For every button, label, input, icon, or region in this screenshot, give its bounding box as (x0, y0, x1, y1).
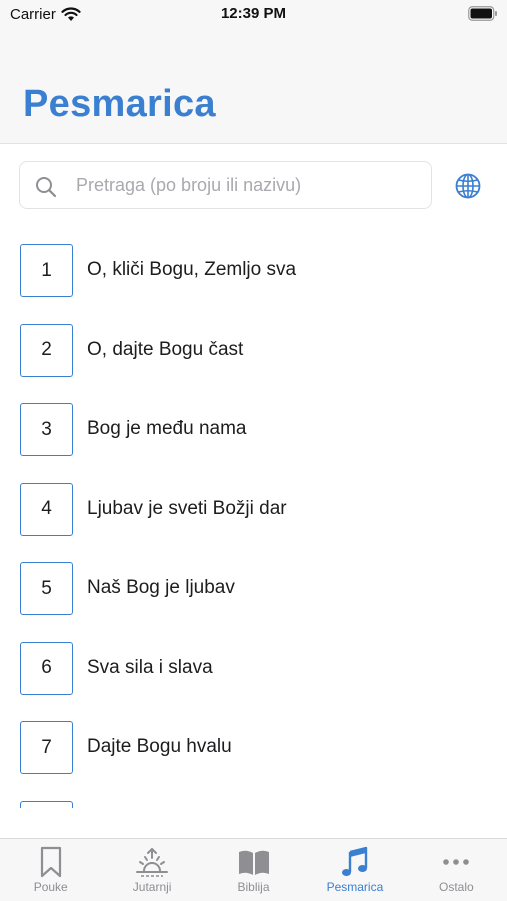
music-note-icon (341, 846, 368, 876)
song-row[interactable]: 2 O, dajte Bogu čast (0, 308, 507, 388)
song-row[interactable]: 3 Bog je među nama (0, 387, 507, 467)
tab-ostalo[interactable]: Ostalo (406, 839, 507, 901)
song-number-badge: 2 (20, 323, 73, 377)
tab-label: Pesmarica (326, 880, 384, 894)
search-icon (36, 177, 57, 198)
song-title: Dajte Bogu hvalu (87, 736, 232, 757)
song-title: Ljubav je sveti Božji dar (87, 497, 287, 519)
tab-label: Pouke (33, 880, 68, 894)
song-title: O, dajte Bogu čast (87, 338, 244, 360)
bookmark-icon (40, 846, 61, 878)
song-number-badge: 3 (20, 403, 73, 456)
song-row[interactable]: 7 Dajte Bogu hvalu (0, 705, 507, 785)
song-number-badge: 7 (20, 721, 73, 774)
battery-icon (468, 6, 497, 21)
song-row[interactable]: 4 Ljubav je sveti Božji dar (0, 467, 507, 547)
tab-pesmarica[interactable]: Pesmarica (304, 839, 405, 901)
sunrise-icon (136, 848, 169, 877)
song-number-badge: 1 (20, 244, 73, 297)
song-number-badge: 6 (20, 641, 73, 695)
song-row[interactable]: 1 O, kliči Bogu, Zemljo sva (0, 228, 507, 308)
song-title: Sva sila i slava (87, 656, 213, 678)
tab-label: Ostalo (438, 880, 474, 894)
status-bar: Carrier 12:39 PM (0, 0, 507, 30)
navigation-header: Pesmarica (0, 30, 507, 144)
song-title: O, kliči Bogu, Zemljo sva (87, 259, 297, 280)
song-list[interactable]: 1 O, kliči Bogu, Zemljo sva 2 O, dajte B… (0, 228, 507, 808)
ellipsis-icon (443, 859, 470, 865)
page-title: Pesmarica (23, 83, 216, 125)
song-row[interactable]: 6 Sva sila i slava (0, 626, 507, 706)
tab-label: Jutarnji (132, 880, 172, 894)
search-input[interactable] (76, 170, 416, 200)
song-row[interactable] (0, 785, 507, 808)
tab-pouke[interactable]: Pouke (0, 839, 101, 901)
tab-bar: Pouke Jutarnji Biblija Pesmarica Ostalo (0, 838, 507, 901)
song-number-badge: 4 (20, 482, 73, 536)
song-number-badge: 5 (20, 562, 73, 615)
clock-label: 12:39 PM (220, 5, 287, 22)
tab-biblija[interactable]: Biblija (203, 839, 304, 901)
tab-jutarnji[interactable]: Jutarnji (101, 839, 202, 901)
song-number-badge (20, 800, 73, 808)
search-box[interactable] (19, 161, 432, 209)
tab-label: Biblija (237, 880, 270, 894)
song-row[interactable]: 5 Naš Bog je ljubav (0, 546, 507, 626)
song-title: Naš Bog je ljubav (87, 577, 235, 598)
song-title: Bog je među nama (87, 418, 247, 439)
globe-icon[interactable] (454, 172, 482, 200)
book-icon (238, 850, 269, 875)
